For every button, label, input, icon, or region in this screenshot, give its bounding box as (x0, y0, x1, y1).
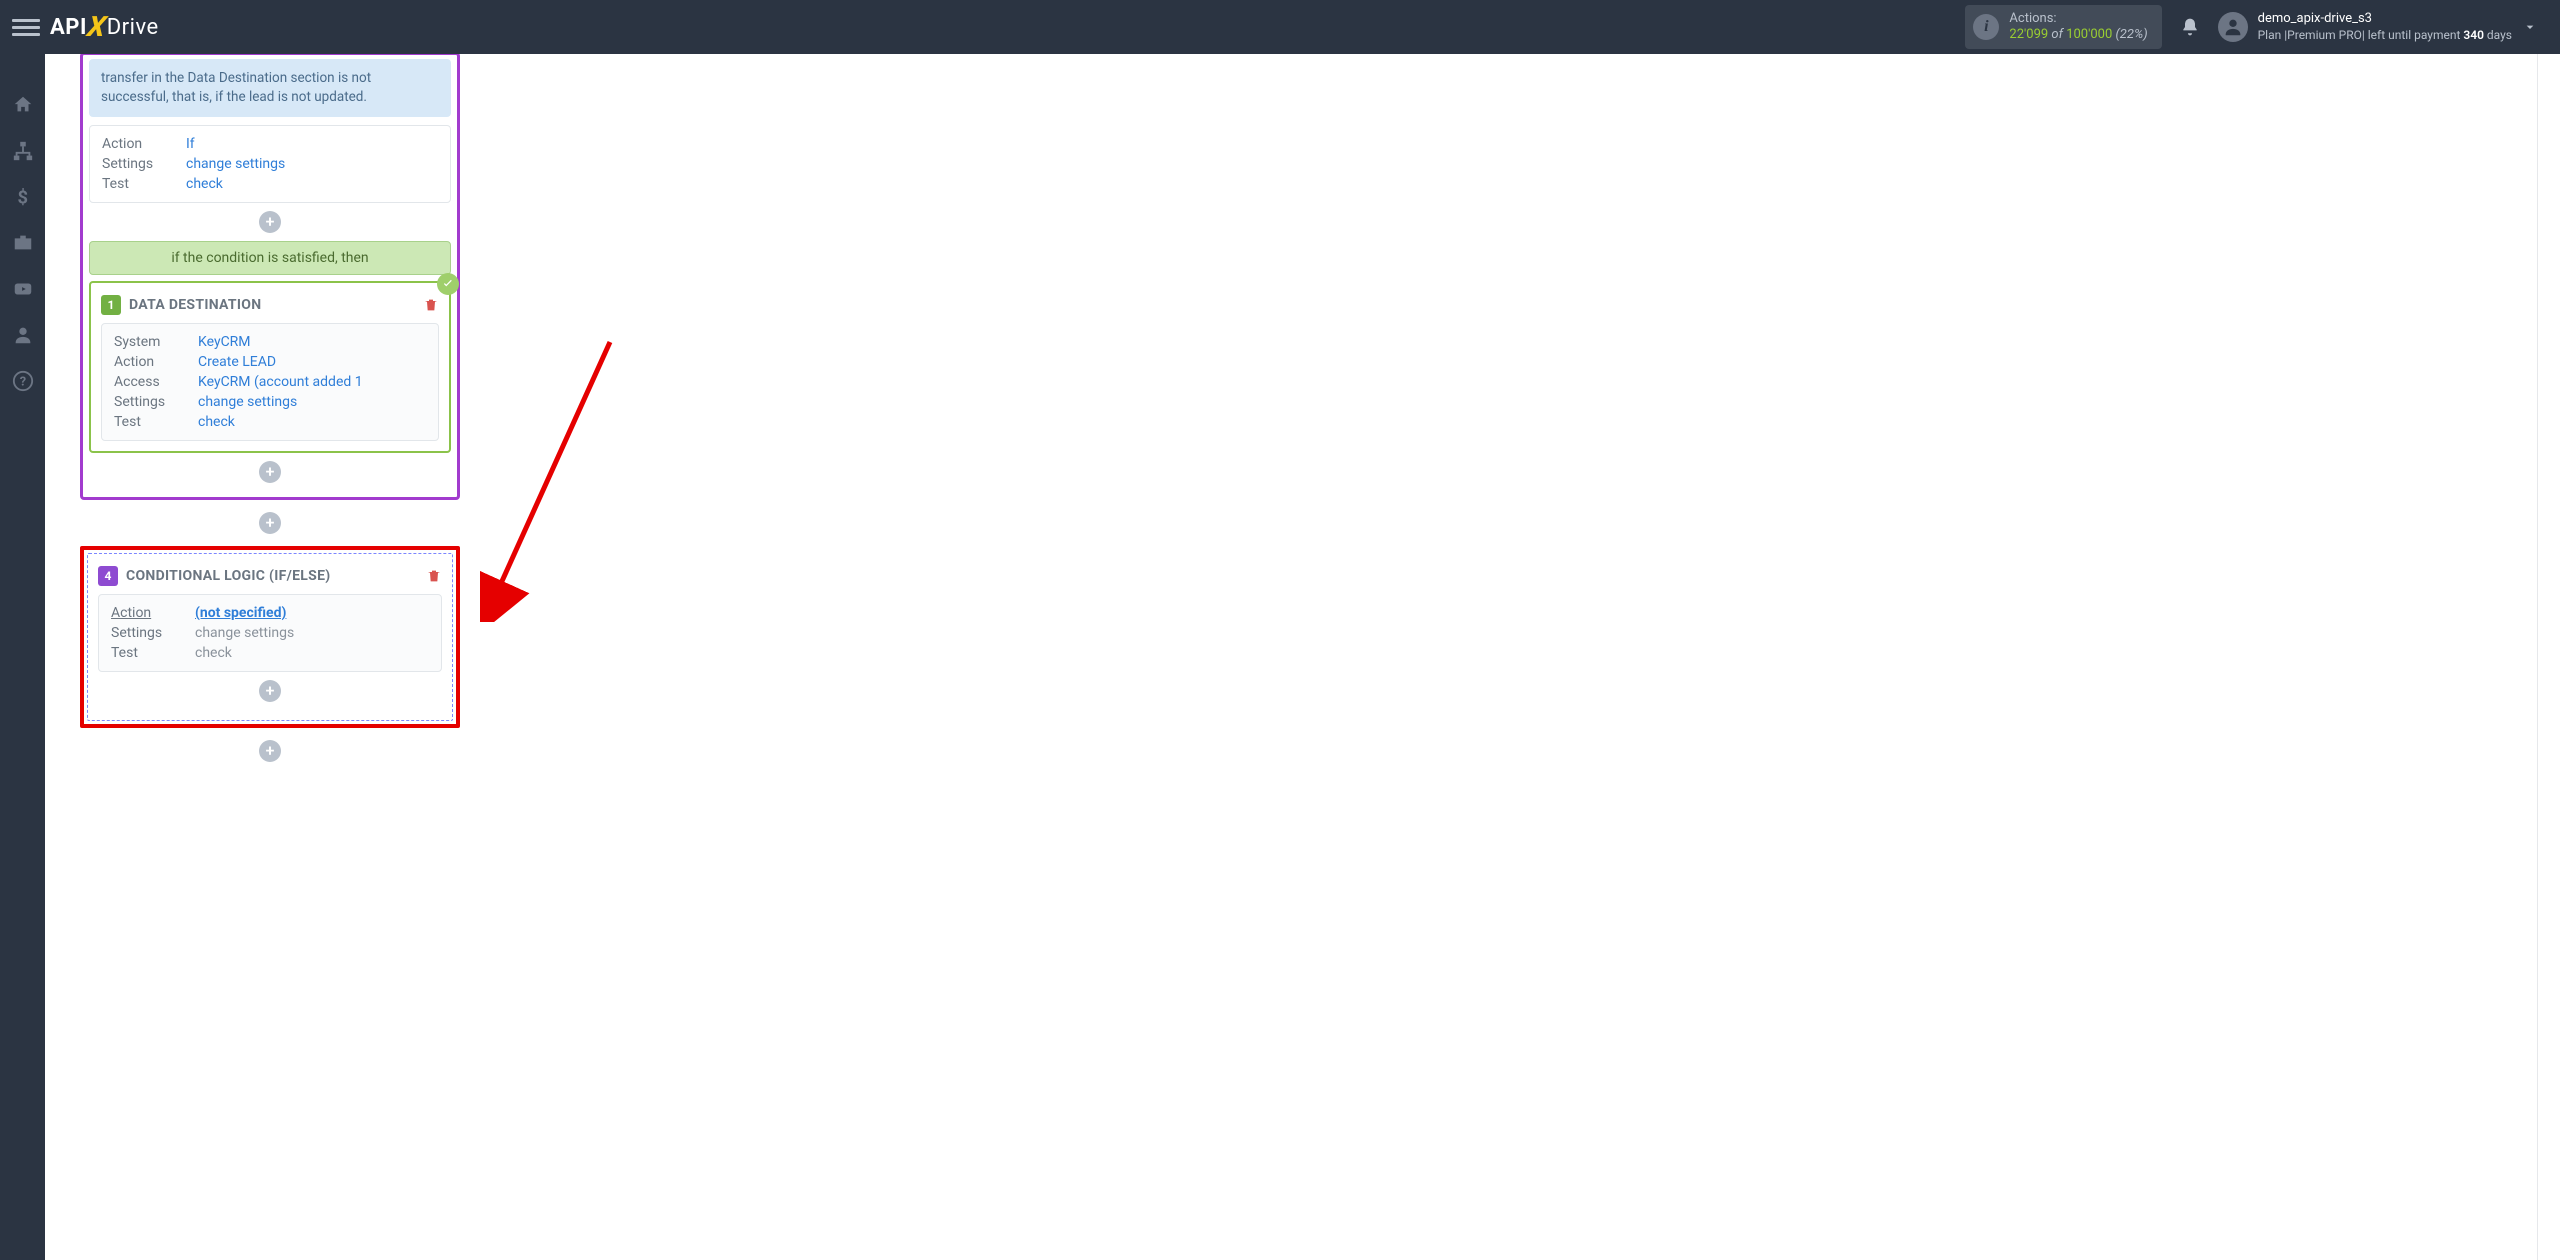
avatar-icon (2218, 12, 2248, 42)
add-step-inside-block3[interactable]: + (259, 211, 281, 233)
add-step-inside-block4[interactable]: + (259, 680, 281, 702)
side-rail: $ ? (0, 54, 45, 1260)
svg-text:?: ? (19, 375, 25, 390)
delete-block4-icon[interactable] (426, 568, 442, 584)
add-block-after-4[interactable]: + (259, 740, 281, 762)
block3-action-link[interactable]: If (186, 136, 195, 152)
video-icon[interactable] (12, 278, 34, 300)
red-arrow-annotation (480, 332, 630, 622)
actions-usage-box[interactable]: i Actions: 22'099 of 100'000 (22%) (1965, 5, 2161, 48)
user-text: demo_apix-drive_s3 Plan |Premium PRO| le… (2258, 11, 2512, 43)
conditional-logic-block-3: transfer in the Data Destination section… (80, 54, 460, 500)
dest-system-link[interactable]: KeyCRM (198, 334, 251, 350)
dest-access-link[interactable]: KeyCRM (account added 1 (198, 374, 363, 390)
info-note: transfer in the Data Destination section… (89, 59, 451, 117)
dest-test-link[interactable]: check (198, 414, 235, 430)
scrollbar-track[interactable] (2537, 54, 2538, 1260)
brand-logo[interactable]: APIXDrive (50, 13, 159, 41)
actions-of: of (2048, 27, 2066, 42)
block4-settings-text: change settings (195, 625, 294, 641)
dest-settings-link[interactable]: change settings (198, 394, 297, 410)
block4-badge: 4 (98, 566, 118, 586)
block4-test-text: check (195, 645, 232, 661)
block3-test-link[interactable]: check (186, 176, 223, 192)
info-icon: i (1973, 14, 1999, 40)
add-block-between[interactable]: + (259, 512, 281, 534)
user-menu[interactable]: demo_apix-drive_s3 Plan |Premium PRO| le… (2218, 11, 2548, 43)
dest-kv-card: SystemKeyCRM ActionCreate LEAD AccessKey… (101, 323, 439, 441)
block3-settings-card: ActionIf Settingschange settings Testche… (89, 125, 451, 203)
delete-dest-icon[interactable] (423, 297, 439, 313)
actions-label: Actions: (2009, 11, 2147, 27)
notifications-bell-icon[interactable] (2180, 17, 2200, 37)
top-bar: APIXDrive i Actions: 22'099 of 100'000 (… (0, 0, 2560, 54)
add-step-after-dest[interactable]: + (259, 461, 281, 483)
briefcase-icon[interactable] (12, 232, 34, 254)
svg-text:$: $ (17, 187, 28, 208)
actions-pct: (22%) (2112, 27, 2147, 42)
logo-api: API (50, 15, 87, 40)
hamburger-menu-button[interactable] (12, 13, 40, 41)
block3-settings-link[interactable]: change settings (186, 156, 285, 172)
check-circle-icon (437, 273, 459, 295)
actions-current: 22'099 (2009, 27, 2048, 42)
conditional-logic-block-4: 4 CONDITIONAL LOGIC (IF/ELSE) Action(not… (87, 553, 453, 721)
dest-title: DATA DESTINATION (129, 297, 261, 313)
main-canvas: transfer in the Data Destination section… (45, 54, 2560, 1260)
conditional-logic-block-4-highlight: 4 CONDITIONAL LOGIC (IF/ELSE) Action(not… (80, 546, 460, 728)
logo-drive: Drive (107, 15, 159, 40)
user-name: demo_apix-drive_s3 (2258, 11, 2512, 28)
help-icon[interactable]: ? (12, 370, 34, 392)
dest-action-link[interactable]: Create LEAD (198, 354, 276, 370)
actions-text: Actions: 22'099 of 100'000 (22%) (2009, 11, 2147, 42)
user-plan: Plan |Premium PRO| left until payment 34… (2258, 28, 2512, 44)
block4-action-link[interactable]: (not specified) (195, 605, 286, 621)
chevron-down-icon (2522, 19, 2538, 35)
home-icon[interactable] (12, 94, 34, 116)
dollar-icon[interactable]: $ (12, 186, 34, 208)
dest-badge: 1 (101, 295, 121, 315)
actions-total: 100'000 (2066, 27, 2112, 42)
block4-kv-card: Action(not specified) Settingschange set… (98, 594, 442, 672)
user-icon[interactable] (12, 324, 34, 346)
top-right-group: i Actions: 22'099 of 100'000 (22%) demo_… (1965, 5, 2548, 48)
logo-x: X (85, 13, 108, 41)
sitemap-icon[interactable] (12, 140, 34, 162)
block4-title: CONDITIONAL LOGIC (IF/ELSE) (126, 568, 330, 584)
condition-satisfied-banner: if the condition is satisfied, then (89, 241, 451, 275)
data-destination-block: 1 DATA DESTINATION SystemKeyCRM ActionCr… (89, 281, 451, 453)
